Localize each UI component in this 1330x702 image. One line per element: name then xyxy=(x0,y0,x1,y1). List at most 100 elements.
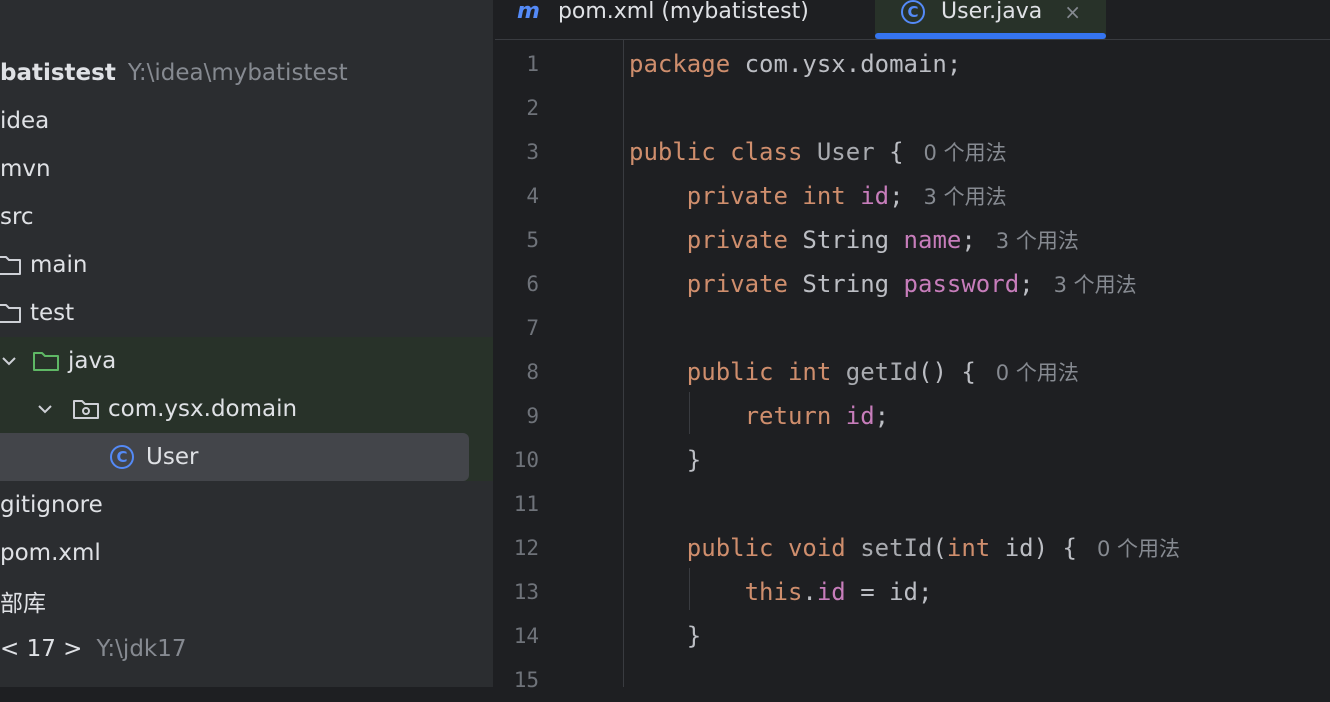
code-text: public class User {0 个用法 xyxy=(629,137,1007,167)
usage-hint[interactable]: 0 个用法 xyxy=(924,141,1007,165)
code-token: return xyxy=(744,402,846,430)
tree-item-label: idea xyxy=(0,108,50,134)
line-number: 14 xyxy=(513,624,539,648)
line-number: 3 xyxy=(526,140,539,164)
code-token: this xyxy=(744,578,803,606)
source-folder-icon xyxy=(33,352,59,371)
code-token: id xyxy=(860,182,890,210)
line-number: 13 xyxy=(513,580,539,604)
tree-item-pom[interactable]: pom.xml xyxy=(0,529,493,577)
folder-icon xyxy=(0,256,21,275)
code-line[interactable]: 5 private String name; 3 个用法 xyxy=(495,218,1330,262)
line-number: 4 xyxy=(526,184,539,208)
tree-item-jdk[interactable]: < 17 > Y:\jdk17 xyxy=(0,625,493,673)
code-token: ; xyxy=(874,402,890,430)
code-text: return id; xyxy=(629,402,890,430)
project-root-label: batistest xyxy=(0,60,116,86)
tree-item-external-libraries[interactable]: 部库 xyxy=(0,577,493,625)
code-text: this.id = id; xyxy=(629,578,933,606)
code-text: private int id; 3 个用法 xyxy=(629,181,1007,211)
tree-item-label: gitignore xyxy=(0,492,103,518)
tree-item-idea[interactable]: idea xyxy=(0,97,493,145)
code-line[interactable]: 3 public class User {0 个用法 xyxy=(495,130,1330,174)
tree-item-mvn[interactable]: mvn xyxy=(0,145,493,193)
code-token: String xyxy=(802,270,904,298)
tab-pom-xml[interactable]: m pom.xml (mybatistest) xyxy=(517,0,809,39)
tree-item-label: User xyxy=(146,444,199,470)
tree-item-java[interactable]: java xyxy=(0,337,493,385)
package-icon xyxy=(73,400,99,419)
jdk-label: < 17 > xyxy=(0,636,83,662)
code-token: id xyxy=(845,402,875,430)
usage-hint[interactable]: 3 个用法 xyxy=(996,229,1079,253)
code-token: () { xyxy=(918,358,976,386)
tree-item-test[interactable]: test xyxy=(0,289,493,337)
usage-hint[interactable]: 0 个用法 xyxy=(1097,537,1180,561)
code-token: id) { xyxy=(1004,534,1077,562)
chevron-down-icon[interactable] xyxy=(0,352,18,370)
code-editor[interactable]: 1 package com.ysx.domain; 2 3 public class U… xyxy=(495,40,1330,692)
code-token: } xyxy=(629,622,702,650)
code-token: setId xyxy=(860,534,933,562)
code-token: . xyxy=(802,578,817,606)
code-token: User xyxy=(816,138,875,166)
usage-hint[interactable]: 3 个用法 xyxy=(924,185,1007,209)
code-line[interactable]: 2 xyxy=(495,86,1330,130)
maven-icon: m xyxy=(517,0,540,24)
code-text: } xyxy=(629,622,701,650)
line-number: 6 xyxy=(526,272,539,296)
code-line[interactable]: 12 public void setId(int id) {0 个用法 xyxy=(495,526,1330,570)
code-token: String xyxy=(802,226,904,254)
code-text: } xyxy=(629,446,701,474)
code-text: private String password; 3 个用法 xyxy=(629,269,1137,299)
tree-item-user-class[interactable]: C User xyxy=(0,433,493,481)
code-token: ; xyxy=(1019,270,1034,298)
tree-item-src[interactable]: src xyxy=(0,193,493,241)
tree-item-main[interactable]: main xyxy=(0,241,493,289)
code-line[interactable]: 9 return id; xyxy=(495,394,1330,438)
code-text: private String name; 3 个用法 xyxy=(629,225,1079,255)
selection-highlight xyxy=(0,433,469,481)
code-line[interactable]: 14 } xyxy=(495,614,1330,658)
line-number: 5 xyxy=(526,228,539,252)
line-number: 12 xyxy=(513,536,539,560)
code-line[interactable]: 4 private int id; 3 个用法 xyxy=(495,174,1330,218)
code-line[interactable]: 13 this.id = id; xyxy=(495,570,1330,614)
code-line[interactable]: 8 public int getId() {0 个用法 xyxy=(495,350,1330,394)
code-line[interactable]: 6 private String password; 3 个用法 xyxy=(495,262,1330,306)
code-line[interactable]: 15 xyxy=(495,658,1330,702)
code-line[interactable]: 1 package com.ysx.domain; xyxy=(495,42,1330,86)
chevron-down-icon[interactable] xyxy=(36,400,54,418)
project-panel: batistest Y:\idea\mybatistest idea mvn s… xyxy=(0,0,493,687)
code-token: id xyxy=(816,578,846,606)
code-text: package com.ysx.domain; xyxy=(629,50,961,78)
tree-item-project-root[interactable]: batistest Y:\idea\mybatistest xyxy=(0,49,493,97)
tree-item-label: test xyxy=(30,300,75,326)
code-token: { xyxy=(874,138,904,166)
code-line[interactable]: 11 xyxy=(495,482,1330,526)
code-token: ; xyxy=(889,182,904,210)
code-token: = id; xyxy=(845,578,933,606)
code-line[interactable]: 7 xyxy=(495,306,1330,350)
jdk-path: Y:\jdk17 xyxy=(96,636,187,662)
usage-hint[interactable]: 0 个用法 xyxy=(996,361,1079,385)
code-token: int xyxy=(946,534,1005,562)
code-token: password xyxy=(903,270,1020,298)
code-text: public void setId(int id) {0 个用法 xyxy=(629,533,1180,563)
tree-item-label: mvn xyxy=(0,156,51,182)
tree-item-package[interactable]: com.ysx.domain xyxy=(0,385,493,433)
class-icon: C xyxy=(901,0,925,24)
tree-item-label: 部库 xyxy=(0,591,46,617)
code-text: public int getId() {0 个用法 xyxy=(629,357,1079,387)
close-icon[interactable]: × xyxy=(1064,0,1081,24)
tab-user-java[interactable]: C User.java × xyxy=(875,0,1106,39)
tree-item-gitignore[interactable]: gitignore xyxy=(0,481,493,529)
code-line[interactable]: 10 } xyxy=(495,438,1330,482)
usage-hint[interactable]: 3 个用法 xyxy=(1054,273,1137,297)
tab-label: pom.xml (mybatistest) xyxy=(557,0,809,24)
